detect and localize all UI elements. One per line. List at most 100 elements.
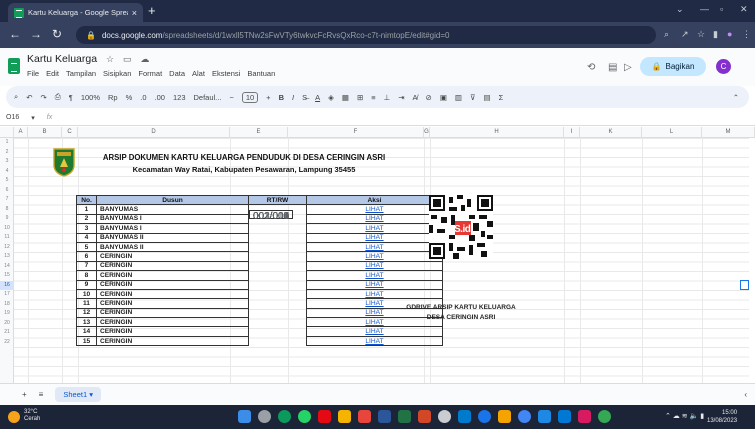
insert-chart-icon[interactable]: ▥: [455, 93, 462, 102]
view-link[interactable]: LIHAT: [306, 335, 443, 347]
row-dusun[interactable]: CERINGIN: [96, 298, 249, 309]
row-no[interactable]: 4: [76, 232, 97, 243]
powerpoint-icon[interactable]: [418, 410, 431, 423]
document-title[interactable]: Kartu Keluarga: [27, 53, 97, 65]
row-dusun[interactable]: BANYUMAS II: [96, 241, 249, 253]
zoom-select[interactable]: 100%: [81, 93, 100, 102]
menu-tools[interactable]: Alat: [192, 69, 205, 78]
vertical-align-icon[interactable]: ⊥: [384, 93, 391, 102]
vscode-icon[interactable]: [458, 410, 471, 423]
row-header[interactable]: 13: [0, 252, 14, 262]
row-dusun[interactable]: CERINGIN: [96, 260, 249, 272]
whatsapp-icon[interactable]: [298, 410, 311, 423]
text-wrap-icon[interactable]: ⇥: [398, 93, 404, 102]
row-header[interactable]: 21: [0, 328, 14, 338]
view-link[interactable]: LIHAT: [306, 260, 443, 272]
column-header[interactable]: D: [78, 127, 230, 138]
row-header[interactable]: 19: [0, 309, 14, 319]
folder-icon[interactable]: [338, 410, 351, 423]
row-header[interactable]: 11: [0, 233, 14, 243]
menu-insert[interactable]: Sisipkan: [103, 69, 131, 78]
scroll-left-icon[interactable]: ‹: [744, 390, 747, 399]
sheet-tab[interactable]: Sheet1 ▾: [55, 387, 101, 402]
row-header[interactable]: 5: [0, 176, 14, 186]
row-dusun[interactable]: BANYUMAS I: [96, 223, 249, 234]
row-no[interactable]: 12: [76, 307, 97, 319]
system-tray[interactable]: ⌃ ☁ ≋ 🔈 ▮: [665, 412, 704, 420]
view-link[interactable]: LIHAT: [306, 232, 443, 243]
row-no[interactable]: 15: [76, 335, 97, 347]
row-dusun[interactable]: CERINGIN: [96, 279, 249, 290]
font-size-increase-icon[interactable]: +: [266, 93, 270, 102]
row-dusun[interactable]: CERINGIN: [96, 251, 249, 262]
row-no[interactable]: 9: [76, 279, 97, 290]
menu-extensions[interactable]: Ekstensi: [212, 69, 240, 78]
media-app-icon[interactable]: [578, 410, 591, 423]
bold-button[interactable]: B: [279, 93, 284, 102]
profile-icon[interactable]: ●: [727, 29, 732, 39]
row-header[interactable]: 9: [0, 214, 14, 224]
search-icon[interactable]: [258, 410, 271, 423]
currency-format-button[interactable]: Rp: [108, 93, 118, 102]
functions-icon[interactable]: Σ: [499, 93, 504, 102]
column-header[interactable]: A: [14, 127, 28, 138]
add-sheet-icon[interactable]: +: [22, 390, 27, 399]
view-link[interactable]: LIHAT: [306, 213, 443, 225]
row-dusun[interactable]: BANYUMAS I: [96, 213, 249, 225]
row-no[interactable]: 14: [76, 326, 97, 337]
row-dusun[interactable]: BANYUMAS II: [96, 232, 249, 243]
comments-icon[interactable]: ▤: [608, 62, 617, 73]
browser-menu-icon[interactable]: ⋮: [742, 29, 751, 40]
chrome-icon[interactable]: [478, 410, 491, 423]
back-icon[interactable]: ←: [9, 27, 21, 41]
excel-icon[interactable]: [398, 410, 411, 423]
merge-cells-icon[interactable]: ⊞: [357, 93, 363, 102]
row-no[interactable]: 7: [76, 260, 97, 272]
text-rotate-icon[interactable]: A̸: [413, 93, 418, 102]
row-dusun[interactable]: BANYUMAS: [96, 204, 249, 215]
menu-view[interactable]: Tampilan: [66, 69, 96, 78]
font-select[interactable]: Defaul...: [194, 93, 222, 102]
strikethrough-icon[interactable]: S̶: [302, 93, 307, 102]
row-header[interactable]: 10: [0, 224, 14, 234]
clock[interactable]: 15:00 13/08/2023: [707, 409, 737, 425]
row-header[interactable]: 1: [0, 138, 14, 148]
filter-views-icon[interactable]: ▤: [484, 93, 491, 102]
row-no[interactable]: 6: [76, 251, 97, 262]
filter-icon[interactable]: ⊽: [470, 93, 476, 102]
row-dusun[interactable]: CERINGIN: [96, 317, 249, 328]
url-field[interactable]: 🔒 docs.google.com/spreadsheets/d/1wxll5T…: [76, 26, 656, 44]
row-no[interactable]: 1: [76, 204, 97, 215]
word-icon[interactable]: [378, 410, 391, 423]
view-link[interactable]: LIHAT: [306, 251, 443, 262]
chevron-down-icon[interactable]: ⌄: [676, 4, 684, 15]
row-dusun[interactable]: CERINGIN: [96, 307, 249, 319]
avatar[interactable]: C: [716, 59, 731, 74]
number-format-button[interactable]: 123: [173, 93, 186, 102]
reload-icon[interactable]: ↻: [52, 27, 62, 41]
redo-icon[interactable]: ↷: [41, 93, 47, 102]
row-header[interactable]: 20: [0, 319, 14, 329]
increase-decimal-button[interactable]: .00: [155, 93, 165, 102]
row-header[interactable]: 3: [0, 157, 14, 167]
row-no[interactable]: 2: [76, 213, 97, 225]
column-header[interactable]: E: [230, 127, 288, 138]
row-header[interactable]: 17: [0, 290, 14, 300]
close-window-icon[interactable]: ✕: [740, 4, 748, 15]
view-link[interactable]: LIHAT: [306, 223, 443, 234]
select-all-corner[interactable]: [0, 127, 14, 138]
fill-color-icon[interactable]: ◈: [328, 93, 334, 102]
name-box-dropdown-icon[interactable]: ▾: [31, 114, 35, 122]
chrome-profile-icon[interactable]: [518, 410, 531, 423]
view-link[interactable]: LIHAT: [306, 204, 443, 215]
row-header-selected[interactable]: 16: [0, 280, 14, 290]
weather-widget[interactable]: 32°C Cerah: [8, 409, 40, 423]
menu-edit[interactable]: Edit: [46, 69, 59, 78]
view-link[interactable]: LIHAT: [306, 288, 443, 300]
table-header-aksi[interactable]: Aksi: [306, 194, 443, 206]
horizontal-align-icon[interactable]: ≡: [371, 93, 375, 102]
row-header[interactable]: 6: [0, 186, 14, 196]
table-header-rtrw[interactable]: RT/RW: [248, 194, 307, 206]
view-link[interactable]: LIHAT: [306, 279, 443, 290]
star-icon[interactable]: ☆: [106, 54, 114, 64]
